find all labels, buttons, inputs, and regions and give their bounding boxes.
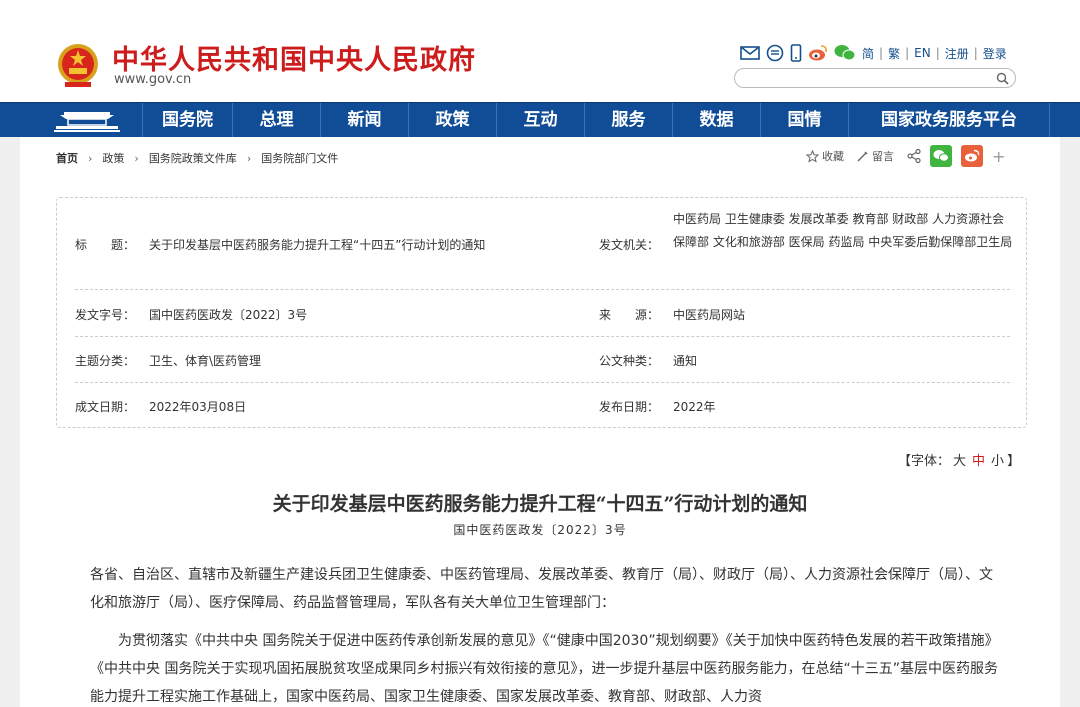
breadcrumb-separator: › <box>88 151 93 165</box>
document-info-box: 标 题： 关于印发基层中医药服务能力提升工程“十四五”行动计划的通知 发文机关：… <box>56 197 1027 428</box>
nav-item-gov-service-platform[interactable]: 国家政务服务平台 <box>848 103 1050 138</box>
collect-label: 收藏 <box>822 150 844 163</box>
nav-item-services[interactable]: 服务 <box>584 103 672 138</box>
share-weibo-button[interactable] <box>961 145 983 167</box>
site-url: www.gov.cn <box>114 72 192 87</box>
breadcrumb-separator: › <box>134 151 139 165</box>
message-icon[interactable] <box>766 44 784 62</box>
doc-type-value: 通知 <box>673 354 698 368</box>
breadcrumb-home[interactable]: 首页 <box>56 150 78 166</box>
more-icon[interactable]: + <box>992 147 1005 166</box>
row-divider <box>75 289 1010 290</box>
lang-english-link[interactable]: EN <box>914 46 931 60</box>
issuer-label: 发文机关： <box>599 238 660 252</box>
comment-button[interactable]: 留言 <box>856 148 894 164</box>
mobile-icon[interactable] <box>790 44 802 62</box>
breadcrumb: 首页 › 政策 › 国务院政策文件库 › 国务院部门文件 <box>56 150 338 166</box>
separator: | <box>879 46 884 60</box>
wechat-icon[interactable] <box>834 44 856 62</box>
article-paragraph: 各省、自治区、直辖市及新疆生产建设兵团卫生健康委、中医药管理局、发展改革委、教育… <box>90 567 993 611</box>
docno-value: 国中医药医政发〔2022〕3号 <box>149 308 308 322</box>
main-content: 首页 › 政策 › 国务院政策文件库 › 国务院部门文件 收藏 留言 + 标 题… <box>20 137 1060 707</box>
date-label: 成文日期： <box>75 400 136 414</box>
row-divider <box>75 382 1010 383</box>
issuer-value: 中医药局 卫生健康委 发展改革委 教育部 财政部 人力资源社会保障部 文化和旅游… <box>673 212 1013 249</box>
weibo-icon <box>965 149 980 162</box>
separator: | <box>905 46 910 60</box>
mail-icon[interactable] <box>740 45 760 61</box>
tiananmen-icon[interactable] <box>52 106 122 134</box>
article-docno: 国中医药医政发〔2022〕3号 <box>453 523 627 537</box>
page-tools: 收藏 留言 + <box>806 145 1005 167</box>
row-divider <box>75 336 1010 337</box>
article-title: 关于印发基层中医药服务能力提升工程“十四五”行动计划的通知 <box>272 493 808 515</box>
lang-simplified-link[interactable]: 简 <box>862 45 874 62</box>
doc-type-label: 公文种类： <box>599 354 660 368</box>
wechat-icon <box>933 150 949 162</box>
nav-item-data[interactable]: 数据 <box>672 103 760 138</box>
search-icon[interactable] <box>996 72 1009 85</box>
register-link[interactable]: 注册 <box>945 45 969 62</box>
source-label: 来 源： <box>599 308 660 322</box>
source-value: 中医药局网站 <box>673 308 746 322</box>
publish-date-label: 发布日期： <box>599 400 660 414</box>
login-link[interactable]: 登录 <box>983 45 1007 62</box>
breadcrumb-dept-documents[interactable]: 国务院部门文件 <box>261 150 338 166</box>
publish-date-value: 2022年 <box>673 400 716 414</box>
breadcrumb-separator: › <box>246 151 252 165</box>
font-size-large[interactable]: 大 <box>953 454 966 469</box>
nav-item-news[interactable]: 新闻 <box>320 103 408 138</box>
nav-item-state-council[interactable]: 国务院 <box>142 103 232 138</box>
star-icon <box>806 149 819 163</box>
nav-item-policy[interactable]: 政策 <box>408 103 496 138</box>
font-size-medium[interactable]: 中 <box>972 454 985 469</box>
share-wechat-button[interactable] <box>930 145 952 167</box>
nav-item-national-info[interactable]: 国情 <box>760 103 848 138</box>
topic-value: 卫生、体育\医药管理 <box>149 354 262 368</box>
separator: | <box>973 46 978 60</box>
font-bar-suffix: 】 <box>1007 454 1021 469</box>
nav-item-interaction[interactable]: 互动 <box>496 103 584 138</box>
weibo-icon[interactable] <box>808 44 828 62</box>
nav-items: 国务院 总理 新闻 政策 互动 服务 数据 国情 国家政务服务平台 <box>142 103 1050 138</box>
title-label: 标 题： <box>75 238 136 252</box>
font-size-small[interactable]: 小 <box>991 454 1004 469</box>
pen-icon <box>857 151 868 161</box>
font-size-bar: 【字体：大中小】 <box>898 450 1020 469</box>
search-input[interactable] <box>745 71 985 85</box>
title-value: 关于印发基层中医药服务能力提升工程“十四五”行动计划的通知 <box>149 238 486 252</box>
breadcrumb-policy-library[interactable]: 国务院政策文件库 <box>149 150 237 166</box>
nav-item-premier[interactable]: 总理 <box>232 103 320 138</box>
separator: | <box>935 46 940 60</box>
article-paragraph: 为贯彻落实《中共中央 国务院关于促进中医药传承创新发展的意见》《“健康中国203… <box>90 633 999 705</box>
national-emblem-icon[interactable] <box>56 40 100 90</box>
date-value: 2022年03月08日 <box>149 400 247 414</box>
topic-label: 主题分类： <box>75 354 136 368</box>
collect-button[interactable]: 收藏 <box>806 148 844 164</box>
share-icon[interactable] <box>906 148 922 164</box>
main-nav: 国务院 总理 新闻 政策 互动 服务 数据 国情 国家政务服务平台 <box>0 102 1080 138</box>
search-box <box>734 68 1016 88</box>
comment-label: 留言 <box>872 150 894 163</box>
article-body: 各省、自治区、直辖市及新疆生产建设兵团卫生健康委、中医药管理局、发展改革委、教育… <box>90 561 1000 707</box>
lang-traditional-link[interactable]: 繁 <box>888 45 900 62</box>
top-tools: 简 | 繁 | EN | 注册 | 登录 <box>740 44 1007 62</box>
breadcrumb-policy[interactable]: 政策 <box>102 150 124 166</box>
docno-label: 发文字号： <box>75 308 136 322</box>
font-bar-prefix: 【字体： <box>898 454 951 469</box>
site-header: 中华人民共和国中央人民政府 www.gov.cn 简 | 繁 | EN | 注册… <box>0 0 1080 102</box>
